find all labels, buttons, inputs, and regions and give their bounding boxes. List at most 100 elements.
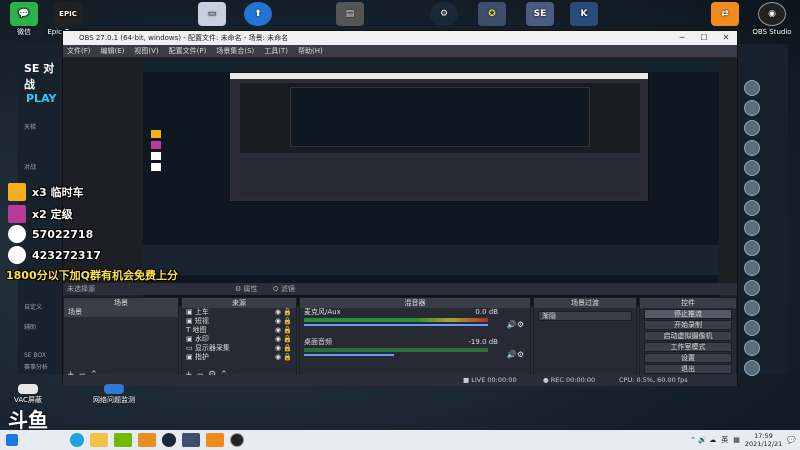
- avatar[interactable]: [744, 140, 760, 156]
- avatar[interactable]: [744, 180, 760, 196]
- speaker-icon[interactable]: 🔊⚙: [507, 320, 524, 329]
- scene-item[interactable]: 场景: [64, 308, 178, 317]
- desktop-icon-disk[interactable]: ▤: [322, 2, 378, 28]
- overlay-banner: 1800分以下加Q群有机会免费上分: [6, 269, 178, 282]
- menu-scene-collection[interactable]: 场景集合(S): [216, 45, 254, 57]
- eye-icon[interactable]: ◉ 🔒: [275, 353, 292, 362]
- file-explorer-icon[interactable]: [90, 433, 108, 447]
- eye-icon[interactable]: ◉ 🔒: [275, 344, 292, 353]
- stop-streaming-button[interactable]: 停止推流: [644, 309, 732, 319]
- settings-button[interactable]: 设置: [644, 353, 732, 363]
- speaker-icon[interactable]: 🔊⚙: [507, 350, 524, 359]
- minimize-icon[interactable]: ─: [671, 31, 693, 45]
- source-label: 地图: [192, 326, 207, 334]
- no-source-label: 未选择源: [67, 285, 95, 293]
- avatar[interactable]: [744, 360, 760, 376]
- avatar[interactable]: [744, 240, 760, 256]
- exit-button[interactable]: 退出: [644, 364, 732, 374]
- properties-button[interactable]: ⚙ 属性: [235, 283, 258, 295]
- avatar[interactable]: [744, 320, 760, 336]
- cpu-fps: CPU: 0.5%, 60.00 fps: [619, 376, 688, 384]
- app-taskbar-icon[interactable]: [182, 433, 200, 447]
- start-recording-button[interactable]: 开始录制: [644, 320, 732, 330]
- preview-canvas: [143, 60, 719, 305]
- nvidia-icon[interactable]: [114, 433, 132, 447]
- menu-profile[interactable]: 配置文件(P): [169, 45, 207, 57]
- eye-icon[interactable]: ◉ 🔒: [275, 326, 292, 335]
- system-tray: ⌃ 🔊 ☁ 英 ▦ 17:59 2021/12/21 💬: [690, 430, 796, 450]
- eye-icon[interactable]: ◉ 🔒: [275, 308, 292, 317]
- close-icon[interactable]: ✕: [715, 31, 737, 45]
- source-item[interactable]: T 地图 ◉ 🔒: [182, 326, 296, 335]
- avatar[interactable]: [744, 120, 760, 136]
- overlay-text: x2 定级: [32, 208, 73, 221]
- desktop-icon-label: 网络问题监测: [93, 396, 135, 404]
- bgapp-sidebar-item[interactable]: 赛事分析: [24, 362, 60, 372]
- avatar[interactable]: [744, 80, 760, 96]
- avatar[interactable]: [744, 260, 760, 276]
- desktop-icon-vac[interactable]: VAC屏蔽: [0, 384, 56, 405]
- bgapp-sidebar-item[interactable]: 天梯: [24, 122, 60, 132]
- avatar[interactable]: [744, 200, 760, 216]
- bgapp-sidebar-item[interactable]: SE BOX: [24, 352, 60, 362]
- bgapp-play[interactable]: PLAY: [26, 92, 57, 105]
- desktop-icon-blue-app[interactable]: ⬆: [230, 2, 286, 28]
- avatar[interactable]: [744, 280, 760, 296]
- menu-edit[interactable]: 编辑(E): [101, 45, 125, 57]
- source-item[interactable]: ▭ 显示器采集 ◉ 🔒: [182, 344, 296, 353]
- start-virtual-camera-button[interactable]: 启动虚拟摄像机: [644, 331, 732, 341]
- menu-view[interactable]: 视图(V): [134, 45, 158, 57]
- eye-icon[interactable]: ◉ 🔒: [275, 335, 292, 344]
- source-item[interactable]: ▣ 指护 ◉ 🔒: [182, 353, 296, 362]
- desktop-icon-k[interactable]: K: [556, 2, 612, 28]
- bgapp-sidebar-item[interactable]: 对战: [24, 162, 60, 172]
- sources-dock: 来源 ▣ 上车 ◉ 🔒 ▣ 短视 ◉ 🔒 T 地图 ◉ 🔒 ▣ 水印 ◉ 🔒 ▭ 显示器…: [181, 297, 297, 385]
- rank-icon: [8, 205, 26, 223]
- obs-window: OBS 27.0.1 (64-bit, windows) - 配置文件: 未命名…: [62, 30, 738, 386]
- desktop: 💬 微信 EPIC Epic Games Launcher ▭ ⬆ ▤ ⚙ ✪ …: [0, 0, 800, 432]
- swap-taskbar-icon[interactable]: [206, 433, 224, 447]
- notification-icon[interactable]: 💬: [787, 436, 796, 444]
- maximize-icon[interactable]: ☐: [693, 31, 715, 45]
- source-label: 指护: [194, 353, 209, 361]
- source-item[interactable]: ▣ 上车 ◉ 🔒: [182, 308, 296, 317]
- scenes-dock: 场景 场景 +−⌃⌄: [63, 297, 179, 385]
- avatar[interactable]: [744, 160, 760, 176]
- bgapp-sidebar-item[interactable]: 自定义: [24, 302, 60, 312]
- desktop-icon-network[interactable]: 网络问题监测: [86, 384, 142, 405]
- avatar[interactable]: [744, 340, 760, 356]
- edge-icon[interactable]: [70, 433, 84, 447]
- epic-games-icon: EPIC: [54, 2, 82, 26]
- menu-help[interactable]: 帮助(H): [298, 45, 323, 57]
- menu-file[interactable]: 文件(F): [67, 45, 91, 57]
- studio-mode-button[interactable]: 工作室模式: [644, 342, 732, 352]
- volume-slider[interactable]: [304, 324, 488, 326]
- avatar[interactable]: [744, 100, 760, 116]
- obs-menubar: 文件(F) 编辑(E) 视图(V) 配置文件(P) 场景集合(S) 工具(T) …: [63, 45, 737, 57]
- obs-icon: ◉: [758, 2, 786, 26]
- tray-icons[interactable]: ⌃ 🔊 ☁: [690, 436, 716, 444]
- menu-tools[interactable]: 工具(T): [264, 45, 288, 57]
- bgapp-sidebar-item[interactable]: 辅助: [24, 322, 60, 332]
- clock[interactable]: 17:59 2021/12/21: [745, 432, 782, 448]
- input-language[interactable]: 英: [721, 435, 728, 445]
- source-item[interactable]: ▣ 水印 ◉ 🔒: [182, 335, 296, 344]
- game-icon[interactable]: [138, 433, 156, 447]
- filters-button[interactable]: ⛭ 滤镜: [273, 283, 295, 295]
- swap-icon: ⇄: [711, 2, 739, 26]
- desktop-icon-obs[interactable]: ◉ OBS Studio: [744, 2, 800, 37]
- steam-taskbar-icon[interactable]: [162, 433, 176, 447]
- windows-start-icon[interactable]: [6, 434, 18, 446]
- ime-icon[interactable]: ▦: [733, 436, 740, 444]
- transition-select[interactable]: 渐隐: [538, 311, 632, 321]
- obs-taskbar-icon[interactable]: [230, 433, 244, 447]
- volume-slider[interactable]: [304, 354, 394, 356]
- eye-icon[interactable]: ◉ 🔒: [275, 317, 292, 326]
- image-icon: ▣: [186, 317, 195, 325]
- mixer-track: 桌面音频 -19.0 dB 🔊⚙: [300, 338, 530, 368]
- source-item[interactable]: ▣ 短视 ◉ 🔒: [182, 317, 296, 326]
- overlay-row: x2 定级: [8, 204, 73, 224]
- avatar[interactable]: [744, 300, 760, 316]
- avatar[interactable]: [744, 220, 760, 236]
- network-icon: [104, 384, 124, 394]
